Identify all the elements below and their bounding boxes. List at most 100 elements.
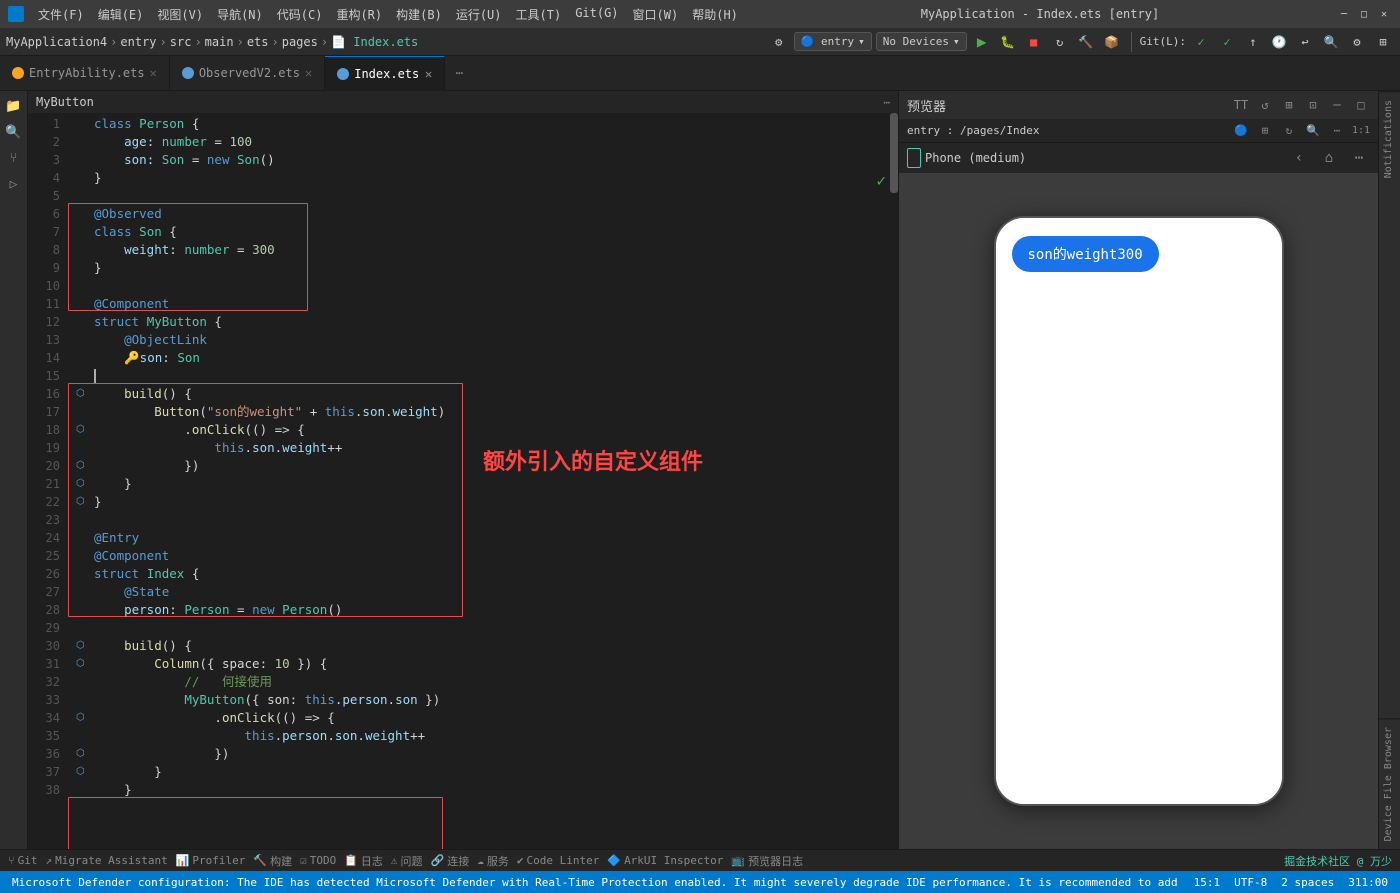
tab-observed[interactable]: ObservedV2.ets ✕ <box>170 56 325 91</box>
tab-icon-observed <box>182 67 194 79</box>
status-encoding[interactable]: UTF-8 <box>1230 876 1271 889</box>
preview-more-btn[interactable]: ─ <box>1328 96 1346 114</box>
phone-back-btn[interactable]: ‹ <box>1288 147 1310 169</box>
menu-view[interactable]: 视图(V) <box>151 4 209 25</box>
tab-close-entry[interactable]: ✕ <box>150 66 157 80</box>
git-label: Git(L): <box>1140 35 1186 48</box>
preview-path-icon2[interactable]: ⊞ <box>1256 122 1274 140</box>
bottom-profiler[interactable]: 📊 Profiler <box>176 854 246 867</box>
breadcrumb-app: MyApplication4 <box>6 35 107 49</box>
layout-button[interactable]: ⊞ <box>1372 31 1394 53</box>
activity-search[interactable]: 🔍 <box>3 121 25 143</box>
clock-icon: 🕐 <box>1268 31 1290 53</box>
bottom-build[interactable]: 🔨 构建 <box>253 853 292 869</box>
menu-nav[interactable]: 导航(N) <box>211 4 269 25</box>
code-line-18: ⬡ .onClick(() => { <box>76 421 890 439</box>
git-check2[interactable]: ✓ <box>1216 31 1238 53</box>
search-button[interactable]: 🔍 <box>1320 31 1342 53</box>
code-container[interactable]: 1 2 3 4 5 6 7 8 9 10 11 12 13 14 15 16 1… <box>28 113 898 849</box>
todo-icon: ☑ <box>300 854 307 867</box>
status-indent[interactable]: 2 spaces <box>1277 876 1338 889</box>
preview-path-icon1[interactable]: 🔵 <box>1232 122 1250 140</box>
menu-run[interactable]: 运行(U) <box>450 4 508 25</box>
bottom-todo[interactable]: ☑ TODO <box>300 854 336 867</box>
profiler-icon: 📊 <box>176 854 190 867</box>
phone-home-btn[interactable]: ⌂ <box>1318 147 1340 169</box>
tab-more-button[interactable]: ⋯ <box>445 56 473 91</box>
side-tab-notifications[interactable]: Notifications <box>1379 91 1400 186</box>
stop-button[interactable]: ■ <box>1023 31 1045 53</box>
sdk-button[interactable]: 📦 <box>1101 31 1123 53</box>
reload-button[interactable]: ↻ <box>1049 31 1071 53</box>
activity-debug[interactable]: ▷ <box>3 173 25 195</box>
minimize-button[interactable]: ─ <box>1336 6 1352 22</box>
line-col-label: 15:1 <box>1194 876 1221 889</box>
menu-tools[interactable]: 工具(T) <box>510 4 568 25</box>
git-icon: ⑂ <box>8 854 15 867</box>
code-line-27: @State <box>76 583 890 601</box>
maximize-button[interactable]: □ <box>1356 6 1372 22</box>
menu-git[interactable]: Git(G) <box>569 4 624 25</box>
bottom-git[interactable]: ⑂ Git <box>8 854 37 867</box>
gear-button[interactable]: ⚙ <box>1346 31 1368 53</box>
preview-minus-btn[interactable]: □ <box>1352 96 1370 114</box>
indent-label: 2 spaces <box>1281 876 1334 889</box>
preview-settings-btn[interactable]: TT <box>1232 96 1250 114</box>
phone-model-label: Phone (medium) <box>925 151 1026 165</box>
bottom-log[interactable]: 📋 日志 <box>344 853 383 869</box>
bottom-issues[interactable]: ⚠ 问题 <box>391 853 423 869</box>
undo-button[interactable]: ↩ <box>1294 31 1316 53</box>
no-devices-dropdown[interactable]: No Devices ▾ <box>876 32 967 51</box>
bottom-preview-log[interactable]: 📺 预览器日志 <box>731 853 803 869</box>
code-line-9: } <box>76 259 890 277</box>
tab-index[interactable]: Index.ets ✕ <box>325 56 445 91</box>
preview-orientation-btn[interactable]: ↻ <box>1280 122 1298 140</box>
tab-close-index[interactable]: ✕ <box>425 67 432 81</box>
entry-dropdown[interactable]: 🔵 entry ▾ <box>794 32 872 51</box>
tab-entry-ability[interactable]: EntryAbility.ets ✕ <box>0 56 170 91</box>
menu-file[interactable]: 文件(F) <box>32 4 90 25</box>
status-bar: Microsoft Defender configuration: The ID… <box>0 871 1400 893</box>
activity-explorer[interactable]: 📁 <box>3 95 25 117</box>
bottom-connect[interactable]: 🔗 连接 <box>431 853 470 869</box>
menu-help[interactable]: 帮助(H) <box>686 4 744 25</box>
git-up[interactable]: ↑ <box>1242 31 1264 53</box>
git-check[interactable]: ✓ <box>1190 31 1212 53</box>
build-clean[interactable]: 🔨 <box>1075 31 1097 53</box>
build-icon: 🔨 <box>253 854 267 867</box>
code-line-20: ⬡ }) <box>76 457 890 475</box>
editor-more-icon[interactable]: ⋯ <box>883 96 890 109</box>
menu-build[interactable]: 构建(B) <box>390 4 448 25</box>
scrollbar-thumb[interactable] <box>890 113 898 193</box>
main-layout: 📁 🔍 ⑂ ▷ MyButton ⋯ 1 2 3 4 5 6 7 8 9 10 <box>0 91 1400 849</box>
no-devices-label: No Devices <box>883 35 949 48</box>
code-editor[interactable]: 额外引入的自定义组件 class Person { age: number = … <box>68 113 898 849</box>
preview-zoom-btn[interactable]: 🔍 <box>1304 122 1322 140</box>
preview-split-btn[interactable]: ⊡ <box>1304 96 1322 114</box>
bottom-migrate[interactable]: ↗ Migrate Assistant <box>45 854 167 867</box>
status-line-col[interactable]: 15:1 <box>1190 876 1225 889</box>
bottom-linter[interactable]: ✔ Code Linter <box>517 854 599 867</box>
menu-code[interactable]: 代码(C) <box>271 4 329 25</box>
menu-edit[interactable]: 编辑(E) <box>92 4 150 25</box>
close-button[interactable]: ✕ <box>1376 6 1392 22</box>
code-line-36: ⬡ }) <box>76 745 890 763</box>
tab-close-observed[interactable]: ✕ <box>305 66 312 80</box>
preview-more2-btn[interactable]: ⋯ <box>1328 122 1346 140</box>
settings-button[interactable]: ⚙ <box>768 31 790 53</box>
menu-refactor[interactable]: 重构(R) <box>330 4 388 25</box>
menu-window[interactable]: 窗口(W) <box>627 4 685 25</box>
preview-refresh-btn[interactable]: ↺ <box>1256 96 1274 114</box>
bottom-service[interactable]: ☁ 服务 <box>477 853 509 869</box>
debug-button[interactable]: 🐛 <box>997 31 1019 53</box>
run-button[interactable]: ▶ <box>971 31 993 53</box>
preview-grid-btn[interactable]: ⊞ <box>1280 96 1298 114</box>
issues-label: 问题 <box>401 853 423 869</box>
side-tab-device-file[interactable]: Device File Browser <box>1379 718 1400 849</box>
phone-blue-button[interactable]: son的weight300 <box>1012 236 1159 272</box>
activity-source-control[interactable]: ⑂ <box>3 147 25 169</box>
phone-more-options[interactable]: ⋯ <box>1348 147 1370 169</box>
bottom-arkui[interactable]: 🔷 ArkUI Inspector <box>607 854 723 867</box>
code-line-15 <box>76 367 890 385</box>
arkui-label: ArkUI Inspector <box>624 854 723 867</box>
